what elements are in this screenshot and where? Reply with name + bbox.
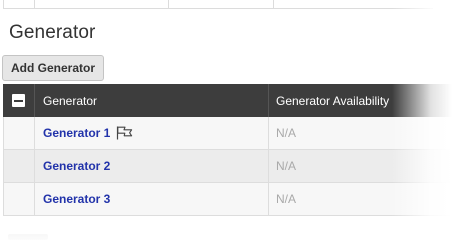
column-header-availability[interactable]: Generator Availability (276, 84, 389, 117)
previous-table-divider (3, 0, 4, 8)
bottom-edge-fade (0, 216, 452, 244)
table-row: Generator 1 N/A (3, 117, 452, 150)
generator-table: Generator Generator Availability Generat… (3, 84, 452, 216)
generator-link[interactable]: Generator 1 (43, 126, 110, 140)
collapse-toggle[interactable] (3, 84, 34, 117)
previous-table-remnant (0, 0, 452, 10)
previous-table-divider (273, 0, 274, 8)
table-row: Generator 2 N/A (3, 150, 452, 183)
previous-table-divider (34, 0, 35, 8)
generator-link[interactable]: Generator 2 (43, 159, 110, 173)
availability-value: N/A (276, 159, 297, 173)
generator-cell: Generator 2 (43, 150, 110, 182)
generator-cell: Generator 3 (43, 183, 110, 215)
row-divider (268, 117, 269, 149)
add-generator-button[interactable]: Add Generator (2, 55, 105, 81)
minus-icon (12, 94, 25, 107)
generator-cell: Generator 1 (43, 117, 133, 149)
row-divider (268, 150, 269, 182)
row-divider (3, 117, 4, 149)
row-divider (34, 150, 35, 182)
previous-table-divider (168, 0, 169, 8)
row-divider (3, 150, 4, 182)
row-divider (268, 183, 269, 215)
section-title: Generator (9, 22, 96, 43)
header-divider (34, 84, 35, 117)
availability-value: N/A (276, 192, 297, 206)
flag-outline-icon[interactable] (116, 126, 133, 140)
header-divider (268, 84, 269, 117)
row-divider (34, 183, 35, 215)
table-header: Generator Generator Availability (3, 84, 452, 117)
generator-link[interactable]: Generator 3 (43, 192, 110, 206)
faded-next-section (8, 234, 48, 240)
table-row: Generator 3 N/A (3, 183, 452, 216)
page: Generator Add Generator Generator Genera… (0, 0, 452, 244)
availability-value: N/A (276, 126, 297, 140)
column-header-generator[interactable]: Generator (43, 84, 97, 117)
row-divider (3, 183, 4, 215)
previous-table-row (3, 0, 433, 9)
row-divider (34, 117, 35, 149)
